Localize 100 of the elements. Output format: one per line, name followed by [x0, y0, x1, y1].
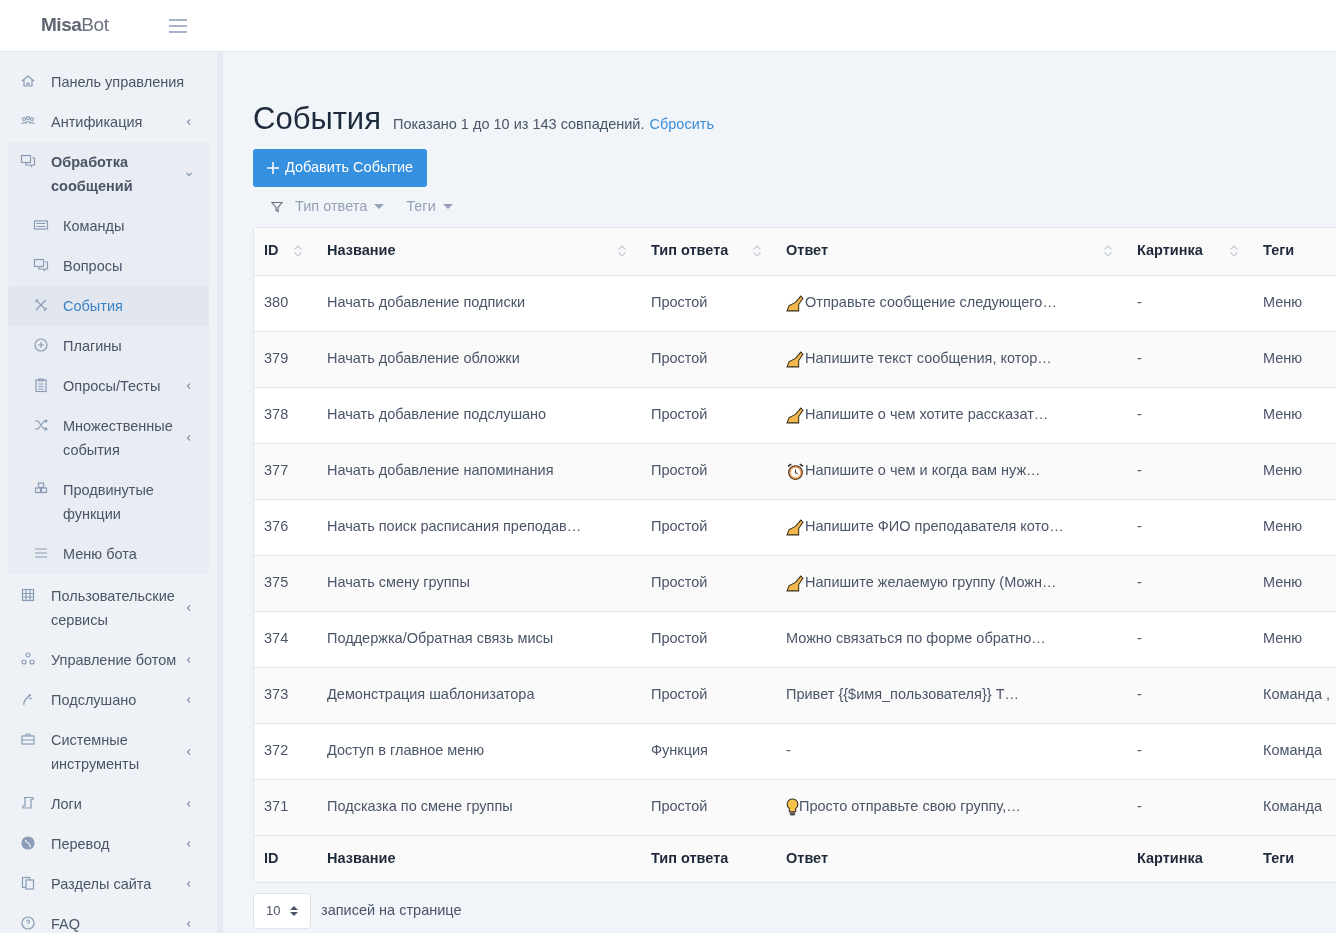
sidebar-item[interactable]: Подслушано — [8, 680, 209, 720]
answer-cell-text: Напишите ФИО преподавателя кото… — [805, 517, 1064, 537]
sidebar-subitem[interactable]: Множественные события — [8, 406, 209, 470]
table-row[interactable]: 377 Начать добавление напоминания Простой Напишите о чем и когда вам нуж… - Меню — [254, 443, 1336, 500]
table-row[interactable]: 375 Начать смену группы Простой Напишите желаемую группу (Можн… - Меню — [254, 555, 1336, 612]
brand-logo[interactable]: MisaBot — [41, 11, 109, 40]
answer-cell-text: Напишите желаемую группу (Можн… — [805, 573, 1057, 593]
caret-icon — [374, 203, 385, 210]
sort-icon[interactable] — [1103, 244, 1113, 258]
toolbox-icon — [20, 731, 36, 747]
sidebar-subitem[interactable]: Продвинутые функции — [8, 470, 209, 534]
sidebar-item[interactable]: Управление ботом — [8, 640, 209, 680]
sidebar-label: Плагины — [63, 337, 122, 356]
name-cell: Начать добавление подписки — [327, 294, 526, 311]
image-cell: - — [1137, 630, 1142, 647]
results-summary: Показано 1 до 10 из 143 совпадений. — [392, 115, 645, 134]
shuffle-icon — [33, 417, 49, 433]
id-cell: 380 — [264, 294, 289, 311]
sidebar-label: Управление ботом — [51, 651, 177, 670]
name-cell: Начать добавление обложки — [327, 350, 520, 367]
type-cell: Простой — [651, 574, 708, 591]
type-cell: Простой — [651, 630, 708, 647]
name-cell: Поддержка/Обратная связь мисы — [327, 630, 554, 647]
sidebar-item[interactable]: Разделы сайта — [8, 864, 209, 904]
tags-cell: Меню — [1263, 630, 1303, 647]
sort-icon[interactable] — [1229, 244, 1239, 258]
name-cell: Начать добавление подслушано — [327, 406, 547, 423]
sidebar-label: Меню бота — [63, 545, 137, 564]
sidebar-item[interactable]: Системные инструменты — [8, 720, 209, 784]
name-cell: Подсказка по смене группы — [327, 798, 513, 815]
sidebar-label: Множественные события — [63, 417, 174, 460]
table-row[interactable]: 371 Подсказка по смене группы Простой Просто отправьте свою группу,… - Команда — [254, 779, 1336, 836]
id-cell: 374 — [264, 630, 289, 647]
tags-cell: Команда — [1263, 742, 1323, 759]
sidebar-item[interactable]: Пользовательские сервисы — [8, 576, 209, 640]
column-header[interactable]: Теги — [1263, 240, 1295, 262]
plus-icon — [267, 161, 279, 174]
sidebar-subitem[interactable]: Плагины — [8, 326, 209, 366]
sidebar-item[interactable]: Логи — [8, 784, 209, 824]
nodes-icon — [20, 651, 36, 667]
column-footer: Теги — [1263, 849, 1295, 866]
type-cell: Простой — [651, 294, 708, 311]
table-row[interactable]: 373 Демонстрация шаблонизатора Простой Привет {{$имя_пользователя}} Т… - Команда , — [254, 667, 1336, 724]
column-header[interactable]: Тип ответа — [651, 240, 729, 262]
image-cell: - — [1137, 294, 1142, 311]
answer-cell-text: - — [786, 741, 791, 761]
sort-icon[interactable] — [752, 244, 762, 258]
column-header[interactable]: Картинка — [1137, 240, 1203, 262]
column-header[interactable]: ID — [264, 240, 279, 262]
sidebar-item[interactable]: FAQ — [8, 904, 209, 933]
tags-cell: Меню — [1263, 406, 1303, 423]
updown-icon — [290, 904, 298, 917]
sidebar-subitem[interactable]: Опросы/Тесты — [8, 366, 209, 406]
column-header[interactable]: Ответ — [786, 240, 829, 262]
image-cell: - — [1137, 574, 1142, 591]
sidebar-subitem[interactable]: Команды — [8, 206, 209, 246]
sidebar-label: Антификация — [51, 113, 143, 132]
tags-cell: Меню — [1263, 350, 1303, 367]
sidebar-label: Системные инструменты — [51, 731, 141, 774]
sidebar-subitem[interactable]: Вопросы — [8, 246, 209, 286]
column-header[interactable]: Название — [327, 240, 396, 262]
column-footer: Название — [327, 849, 396, 866]
sidebar-label: Перевод — [51, 835, 110, 854]
sidebar-label: Панель управления — [51, 73, 185, 92]
help-icon — [20, 915, 36, 931]
sidebar-label: FAQ — [51, 915, 80, 933]
image-cell: - — [1137, 350, 1142, 367]
tags-cell: Меню — [1263, 518, 1303, 535]
id-cell: 376 — [264, 518, 289, 535]
sort-icon[interactable] — [617, 244, 627, 258]
type-cell: Простой — [651, 350, 708, 367]
name-cell: Доступ в главное меню — [327, 742, 485, 759]
menu-icon[interactable] — [168, 17, 188, 34]
type-cell: Простой — [651, 518, 708, 535]
filter-icon — [271, 200, 283, 213]
page-title: События — [253, 100, 381, 138]
answer-cell-text: Просто отправьте свою группу,… — [799, 797, 1021, 817]
image-cell: - — [1137, 686, 1142, 703]
image-cell: - — [1137, 798, 1142, 815]
sidebar-item[interactable]: Обработка сообщений — [8, 142, 209, 206]
tags-cell: Меню — [1263, 294, 1303, 311]
sort-icon[interactable] — [293, 244, 303, 258]
sidebar-label: Команды — [63, 217, 125, 236]
answer-cell-text: Напишите о чем и когда вам нуж… — [805, 461, 1041, 481]
menu-icon — [33, 545, 49, 561]
sidebar-label: Вопросы — [63, 257, 123, 276]
clipboard-icon — [33, 377, 49, 393]
sidebar-label: Продвинутые функции — [63, 481, 155, 524]
table-row[interactable]: 379 Начать добавление обложки Простой Напишите текст сообщения, котор… - Меню — [254, 331, 1336, 388]
copy-icon — [20, 875, 36, 891]
sidebar-item[interactable]: Панель управления — [8, 62, 209, 102]
id-cell: 373 — [264, 686, 289, 703]
sidebar-subitem[interactable]: Меню бота — [8, 534, 209, 574]
page-size-select[interactable]: 10 — [253, 892, 311, 929]
keyboard-icon — [33, 217, 49, 233]
answer-cell-text: Напишите о чем хотите рассказат… — [805, 405, 1049, 425]
sidebar-item[interactable]: Антификация — [8, 102, 209, 142]
column-footer: Ответ — [786, 849, 829, 866]
sidebar-item[interactable]: Перевод — [8, 824, 209, 864]
type-cell: Функция — [651, 742, 708, 759]
